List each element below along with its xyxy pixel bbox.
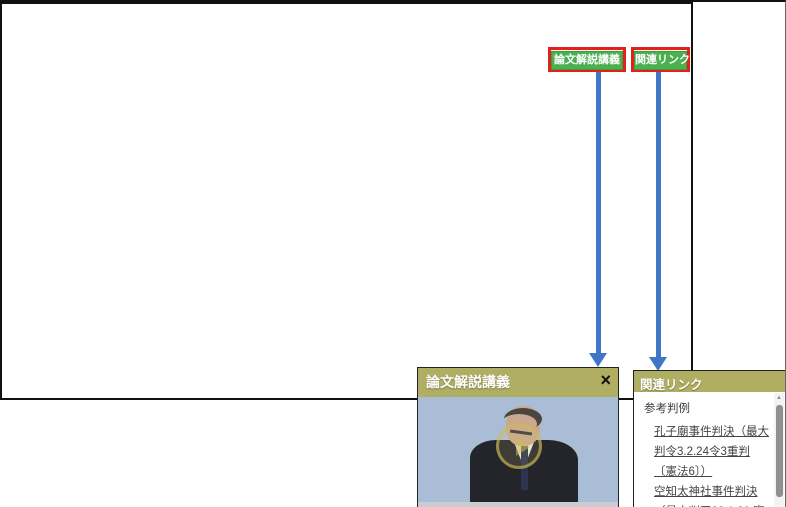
lecture-button[interactable]: 論文解説講義 <box>551 51 623 70</box>
reference-cases-heading: 参考判例 <box>644 400 771 416</box>
links-scroll-up-icon[interactable]: ▲ <box>776 395 782 401</box>
related-links-button[interactable]: 関連リンク <box>634 51 687 70</box>
related-links-popup: 関連リンク 参考判例 孔子廟事件判決（最大判令3.2.24令3重判〔憲法6〕） … <box>633 370 786 507</box>
lecture-video-player[interactable] <box>418 397 618 507</box>
lecture-popup-header: 論文解説講義 × <box>418 368 618 397</box>
annotation-box-links: 関連リンク <box>631 47 690 72</box>
links-popup-title: 関連リンク <box>640 374 703 393</box>
screenshot-page: menu Web成績表 [令和5年度] 全国統一模試 （ 個人成績表の確認 ） … <box>0 0 786 507</box>
links-scrollbar-thumb[interactable] <box>776 405 783 497</box>
arrowhead-links <box>649 357 667 371</box>
lecture-video-popup: 論文解説講義 × <box>417 367 619 507</box>
arrowhead-lecture <box>589 353 607 367</box>
lecture-popup-title: 論文解説講義 <box>426 372 510 392</box>
case-link[interactable]: 空知太神社事件判決（最大判平22.1.20 憲法百選Ⅰ <box>654 482 771 507</box>
case-link[interactable]: 孔子廟事件判決（最大判令3.2.24令3重判〔憲法6〕） <box>654 422 771 482</box>
play-button-icon[interactable] <box>496 423 542 469</box>
arrow-to-lecture-popup <box>596 72 601 353</box>
desk-edge <box>418 502 618 507</box>
annotation-box-lecture: 論文解説講義 <box>548 47 626 72</box>
links-popup-header: 関連リンク <box>634 371 785 392</box>
close-icon[interactable]: × <box>600 370 611 391</box>
arrow-to-links-popup <box>656 72 661 357</box>
links-popup-body: 参考判例 孔子廟事件判決（最大判令3.2.24令3重判〔憲法6〕） 空知太神社事… <box>634 392 775 507</box>
